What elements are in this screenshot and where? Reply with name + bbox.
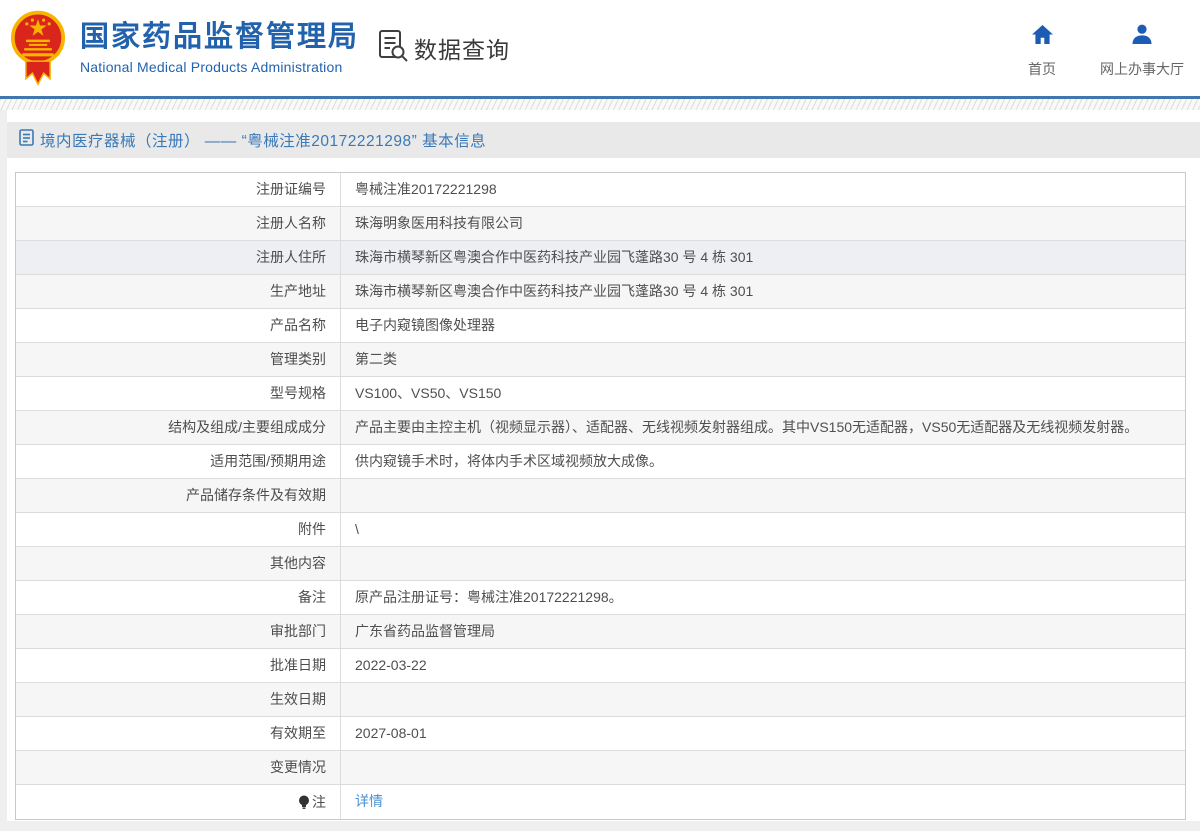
nav-home[interactable]: 首页 <box>1028 24 1056 79</box>
row-value <box>341 547 1185 580</box>
user-icon <box>1131 24 1153 50</box>
china-national-emblem-icon <box>10 8 66 90</box>
row-label: 其他内容 <box>16 547 341 580</box>
row-value <box>341 751 1185 784</box>
row-value: 电子内窥镜图像处理器 <box>355 317 495 333</box>
table-row: 附件 \ <box>16 513 1185 547</box>
nav-home-label: 首页 <box>1028 61 1056 77</box>
table-row: 注册人住所 珠海市横琴新区粤澳合作中医药科技产业园飞蓬路30 号 4 栋 301 <box>16 241 1185 275</box>
hatch-stripe-band <box>0 99 1200 110</box>
row-label: 注册人住所 <box>16 241 341 274</box>
row-value: 珠海市横琴新区粤澳合作中医药科技产业园飞蓬路30 号 4 栋 301 <box>355 283 754 299</box>
row-label: 审批部门 <box>16 615 341 648</box>
data-query-section: 数据查询 <box>378 29 510 67</box>
row-label: 变更情况 <box>16 751 341 784</box>
row-label: 管理类别 <box>16 343 341 376</box>
row-value <box>341 683 1185 716</box>
row-label: 注册人名称 <box>16 207 341 240</box>
table-row: 产品储存条件及有效期 <box>16 479 1185 513</box>
table-row: 批准日期 2022-03-22 <box>16 649 1185 683</box>
row-label: 批准日期 <box>16 649 341 682</box>
nav-service-hall[interactable]: 网上办事大厅 <box>1100 24 1184 79</box>
table-row: 有效期至 2027-08-01 <box>16 717 1185 751</box>
table-row: 注册人名称 珠海明象医用科技有限公司 <box>16 207 1185 241</box>
table-row: 生效日期 <box>16 683 1185 717</box>
row-value: 2022-03-22 <box>355 657 427 673</box>
table-row: 生产地址 珠海市横琴新区粤澳合作中医药科技产业园飞蓬路30 号 4 栋 301 <box>16 275 1185 309</box>
row-value: 原产品注册证号：粤械注准20172221298。 <box>355 589 623 605</box>
row-value: 第二类 <box>355 351 397 367</box>
row-value: 广东省药品监督管理局 <box>355 623 495 639</box>
brand-title: 国家药品监督管理局 <box>80 21 360 53</box>
row-value: 粤械注准20172221298 <box>355 181 497 197</box>
home-icon <box>1031 24 1054 50</box>
table-row: 备注 原产品注册证号：粤械注准20172221298。 <box>16 581 1185 615</box>
row-label: 生产地址 <box>16 275 341 308</box>
row-label: 产品名称 <box>16 309 341 342</box>
row-value: 2027-08-01 <box>355 725 427 741</box>
breadcrumb: 境内医疗器械（注册） —— “粤械注准20172221298” 基本信息 <box>7 122 1200 158</box>
table-row: 注详情 <box>16 785 1185 819</box>
data-query-label: 数据查询 <box>414 37 510 63</box>
bulb-icon <box>298 795 310 810</box>
row-label: 注 <box>16 785 341 819</box>
row-label: 产品储存条件及有效期 <box>16 479 341 512</box>
detail-link[interactable]: 详情 <box>355 793 383 809</box>
table-row: 管理类别 第二类 <box>16 343 1185 377</box>
row-value: \ <box>355 521 359 537</box>
table-row: 产品名称 电子内窥镜图像处理器 <box>16 309 1185 343</box>
row-label: 注册证编号 <box>16 173 341 206</box>
table-row: 变更情况 <box>16 751 1185 785</box>
info-table: 注册证编号 粤械注准20172221298 注册人名称 珠海明象医用科技有限公司 注册人… <box>15 172 1186 820</box>
table-row: 其他内容 <box>16 547 1185 581</box>
nav-service-hall-label: 网上办事大厅 <box>1100 61 1184 77</box>
page-title: 境内医疗器械（注册） —— “粤械注准20172221298” 基本信息 <box>40 133 487 150</box>
row-label: 型号规格 <box>16 377 341 410</box>
document-icon <box>19 129 34 151</box>
row-value: 珠海明象医用科技有限公司 <box>355 215 523 231</box>
brand-subtitle: National Medical Products Administration <box>80 58 343 75</box>
row-value: VS100、VS50、VS150 <box>355 385 502 401</box>
row-value: 详情 <box>341 785 1185 819</box>
row-label: 结构及组成/主要组成成分 <box>16 411 341 444</box>
table-row: 型号规格 VS100、VS50、VS150 <box>16 377 1185 411</box>
row-label: 生效日期 <box>16 683 341 716</box>
row-label: 有效期至 <box>16 717 341 750</box>
row-label: 适用范围/预期用途 <box>16 445 341 478</box>
row-value <box>341 479 1185 512</box>
table-row: 审批部门 广东省药品监督管理局 <box>16 615 1185 649</box>
brand-block: 国家药品监督管理局 National Medical Products Admi… <box>80 21 360 75</box>
site-header: 国家药品监督管理局 National Medical Products Admi… <box>0 0 1200 96</box>
row-value: 产品主要由主控主机（视频显示器）、适配器、无线视频发射器组成。其中VS150无适… <box>355 419 1139 435</box>
row-label: 附件 <box>16 513 341 546</box>
row-value: 珠海市横琴新区粤澳合作中医药科技产业园飞蓬路30 号 4 栋 301 <box>355 249 754 265</box>
document-search-icon <box>378 29 408 67</box>
row-value: 供内窥镜手术时，将体内手术区域视频放大成像。 <box>355 453 663 469</box>
row-label: 备注 <box>16 581 341 614</box>
table-row: 注册证编号 粤械注准20172221298 <box>16 173 1185 207</box>
table-row: 适用范围/预期用途 供内窥镜手术时，将体内手术区域视频放大成像。 <box>16 445 1185 479</box>
main-content: 境内医疗器械（注册） —— “粤械注准20172221298” 基本信息 注册证… <box>7 110 1200 821</box>
top-nav: 首页 网上办事大厅 <box>984 24 1184 79</box>
table-row: 结构及组成/主要组成成分 产品主要由主控主机（视频显示器）、适配器、无线视频发射器… <box>16 411 1185 445</box>
